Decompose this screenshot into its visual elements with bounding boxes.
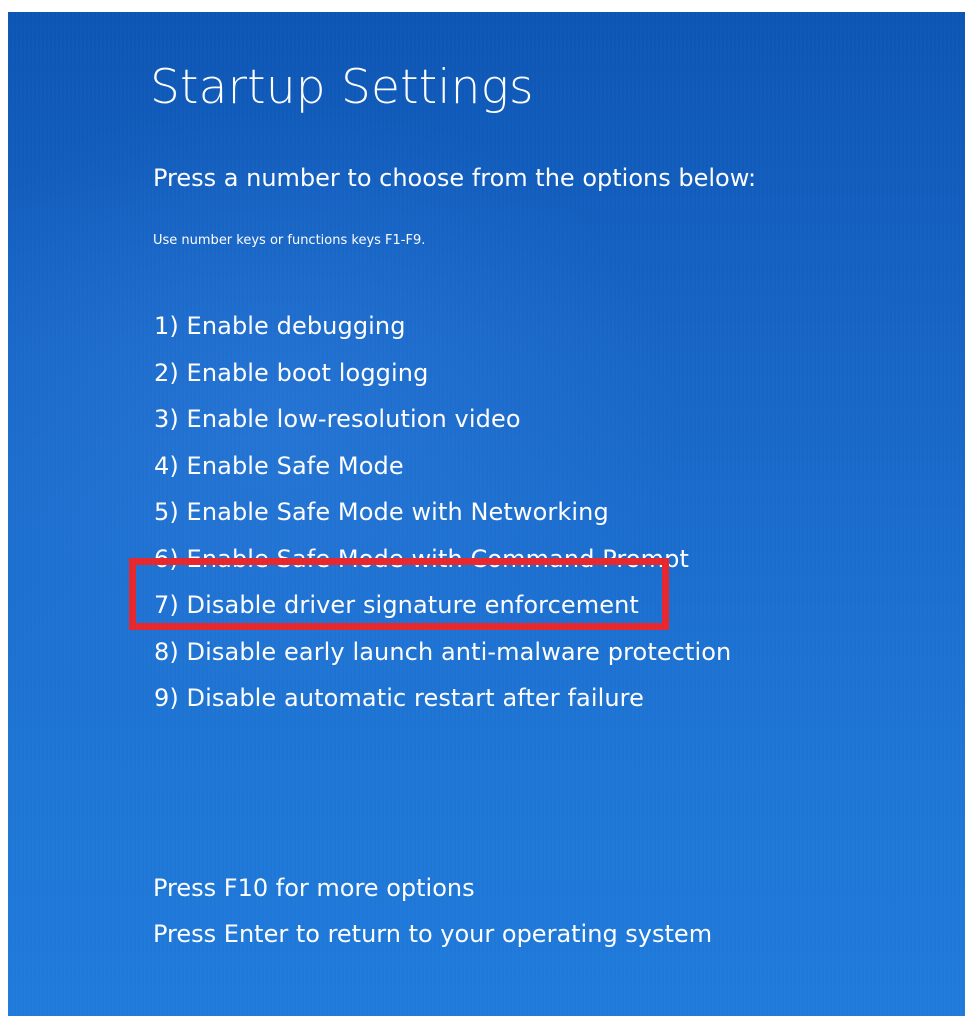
instruction-text: Press a number to choose from the option… — [153, 164, 757, 192]
return-to-os-text: Press Enter to return to your operating … — [153, 920, 713, 948]
option-enable-debugging[interactable]: 1) Enable debugging — [154, 310, 731, 357]
option-disable-automatic-restart[interactable]: 9) Disable automatic restart after failu… — [154, 682, 731, 729]
page-title: Startup Settings — [150, 60, 534, 115]
more-options-text: Press F10 for more options — [153, 874, 475, 902]
option-disable-early-launch-anti-malware[interactable]: 8) Disable early launch anti-malware pro… — [154, 636, 731, 683]
option-enable-safe-mode-command-prompt[interactable]: 6) Enable Safe Mode with Command Prompt — [154, 543, 731, 590]
keys-hint: Use number keys or functions keys F1-F9. — [153, 233, 426, 248]
startup-options-list: 1) Enable debugging 2) Enable boot loggi… — [154, 310, 731, 729]
footer-instructions: Press F10 for more options Press Enter t… — [153, 872, 712, 964]
option-enable-boot-logging[interactable]: 2) Enable boot logging — [154, 357, 731, 404]
option-disable-driver-signature-enforcement[interactable]: 7) Disable driver signature enforcement — [154, 589, 731, 636]
option-enable-safe-mode-networking[interactable]: 5) Enable Safe Mode with Networking — [154, 496, 731, 543]
option-enable-safe-mode[interactable]: 4) Enable Safe Mode — [154, 450, 731, 497]
startup-settings-screen: Startup Settings Press a number to choos… — [8, 12, 965, 1016]
option-enable-low-resolution-video[interactable]: 3) Enable low-resolution video — [154, 403, 731, 450]
